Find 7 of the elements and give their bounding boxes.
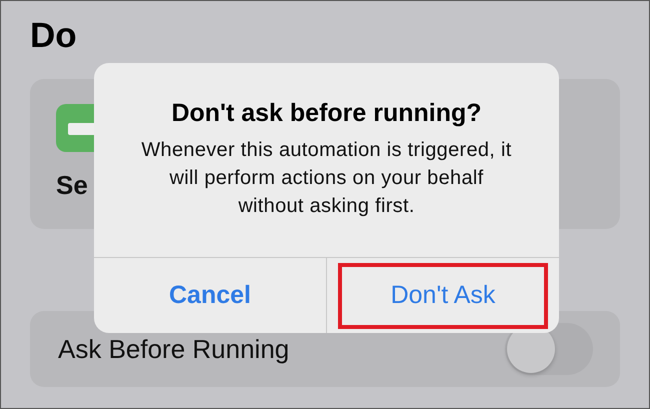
- alert-button[interactable]: Don't Ask: [338, 262, 548, 328]
- alert-message: Whenever this automation is triggered, it will perform actions on your behalf without asking first.: [140, 138, 513, 219]
- alert-button[interactable]: Cancel: [155, 269, 265, 322]
- alert-title: Don't ask before running?: [171, 99, 482, 128]
- setting-label: Ask Before Running: [58, 334, 290, 364]
- action-label: Se: [56, 170, 88, 201]
- page-heading: Do: [30, 15, 78, 57]
